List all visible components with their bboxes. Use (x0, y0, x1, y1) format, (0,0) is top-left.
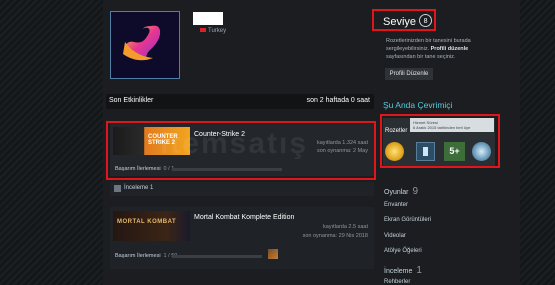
activity-hours: son 2 haftada 0 saat (306, 97, 370, 104)
games-label[interactable]: Oyunlar (384, 189, 409, 196)
edit-profile-link[interactable]: Profili düzenle (431, 46, 469, 52)
level-description: Rozetlerinizden bir tanesini burada serg… (386, 37, 496, 61)
reviews-count: 1 (416, 265, 422, 276)
review-label[interactable]: İnceleme 1 (124, 185, 153, 191)
profile-country: Turkey (200, 28, 226, 34)
inventory-link[interactable]: Envanter (384, 202, 408, 208)
swan-logo-icon (123, 25, 161, 61)
country-label: Turkey (208, 28, 227, 34)
profile-avatar[interactable] (110, 11, 180, 79)
review-row[interactable]: İnceleme 1 (110, 182, 374, 196)
mk-logo-text: MORTAL KOMBAT (117, 219, 177, 225)
level-desc-text-end: sayfasından bir tane seçiniz. (386, 54, 456, 60)
achievement-icon[interactable] (268, 249, 278, 259)
game-highlight-box (106, 121, 376, 180)
left-background (0, 0, 103, 285)
mk-capsule-image[interactable]: MORTAL KOMBAT (113, 211, 190, 241)
workshop-link[interactable]: Atölye Öğeleri (384, 248, 422, 254)
achievement-bar (172, 255, 262, 258)
online-status: Şu Anda Çevrimiçi (383, 100, 453, 110)
screenshots-link[interactable]: Ekran Görüntüleri (384, 217, 431, 223)
turkey-flag-icon (200, 28, 206, 33)
game-name[interactable]: Mortal Kombat Komplete Edition (194, 214, 294, 221)
activity-title: Son Etkinlikler (109, 97, 154, 104)
reviews-label[interactable]: İnceleme (384, 268, 412, 275)
game-last-played: son oynanma: 29 Nis 2018 (302, 233, 368, 239)
badges-highlight-box (380, 114, 500, 168)
reviews-stat[interactable]: İnceleme 1 (384, 260, 422, 278)
games-count: 9 (412, 186, 419, 197)
right-background (520, 0, 555, 285)
review-icon (114, 185, 121, 192)
profile-name (193, 12, 223, 25)
achievement-label: Başarım İlerlemesi (115, 253, 161, 259)
edit-profile-button[interactable]: Profili Düzenle (385, 68, 433, 80)
level-highlight-box (372, 9, 436, 31)
activity-header: Son Etkinlikler son 2 haftada 0 saat (106, 94, 374, 109)
game-row-mk[interactable]: MORTAL KOMBAT Mortal Kombat Komplete Edi… (110, 207, 374, 269)
guides-link[interactable]: Rehberler (384, 279, 410, 285)
game-hours: kayıtlarda 2.5 saat (323, 224, 368, 230)
games-stat[interactable]: Oyunlar 9 (384, 181, 418, 199)
videos-link[interactable]: Videolar (384, 233, 406, 239)
achievement-progress: Başarım İlerlemesi 1 / 50 (115, 253, 177, 259)
